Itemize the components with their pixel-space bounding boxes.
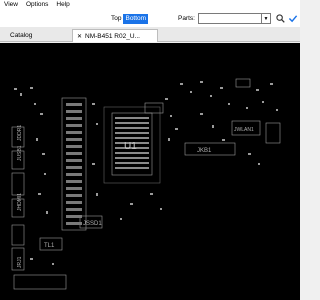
parts-combobox[interactable] bbox=[198, 13, 262, 24]
connector-outline bbox=[265, 122, 281, 144]
board-side-toggle: Top Bottom bbox=[109, 14, 149, 24]
chevron-down-icon[interactable]: ▼ bbox=[262, 13, 271, 24]
connector-outline bbox=[11, 172, 25, 196]
side-top-button[interactable]: Top bbox=[109, 14, 123, 24]
tab-catalog[interactable]: Catalog bbox=[6, 29, 36, 42]
label-jkb1: JKB1 bbox=[197, 148, 212, 154]
tab-bar: Catalog ✕ NM-B451 R02_U... bbox=[0, 27, 300, 42]
label-connector: JDDR1 bbox=[17, 125, 23, 141]
menu-bar: View Options Help bbox=[0, 0, 300, 10]
label-jssd1: JSSD1 bbox=[83, 221, 102, 227]
tab-board-label: NM-B451 R02_U... bbox=[85, 33, 140, 40]
toolbar: Top Bottom Parts: ▼ bbox=[0, 10, 300, 27]
menu-options[interactable]: Options bbox=[22, 0, 52, 10]
label-cpu: U1 bbox=[124, 141, 137, 152]
label-wlan: JWLAN1 bbox=[234, 127, 254, 133]
menu-help[interactable]: Help bbox=[52, 0, 73, 10]
pcb-layout: U1 JKB1 JSSD1 TL1 JWLAN1 JUSB1 JHDMI1 JR… bbox=[11, 78, 281, 290]
parts-label: Parts: bbox=[178, 15, 195, 22]
label-connector: JHDMI1 bbox=[17, 193, 23, 211]
ic-outline bbox=[235, 78, 251, 88]
board-canvas[interactable]: U1 JKB1 JSSD1 TL1 JWLAN1 JUSB1 JHDMI1 JR… bbox=[0, 43, 300, 300]
checkmark-icon[interactable] bbox=[288, 14, 298, 23]
label-tl1: TL1 bbox=[44, 243, 55, 249]
menu-view[interactable]: View bbox=[0, 0, 22, 10]
connector-outline bbox=[11, 224, 25, 246]
ic-outline bbox=[144, 102, 164, 114]
search-icon[interactable] bbox=[276, 14, 285, 23]
side-bottom-button[interactable]: Bottom bbox=[123, 14, 149, 24]
label-connector: JRJ1 bbox=[17, 256, 23, 268]
label-connector: JUSB1 bbox=[17, 145, 23, 161]
close-icon[interactable]: ✕ bbox=[77, 34, 82, 40]
module-outline bbox=[13, 274, 67, 290]
tab-board-file[interactable]: ✕ NM-B451 R02_U... bbox=[72, 29, 158, 42]
